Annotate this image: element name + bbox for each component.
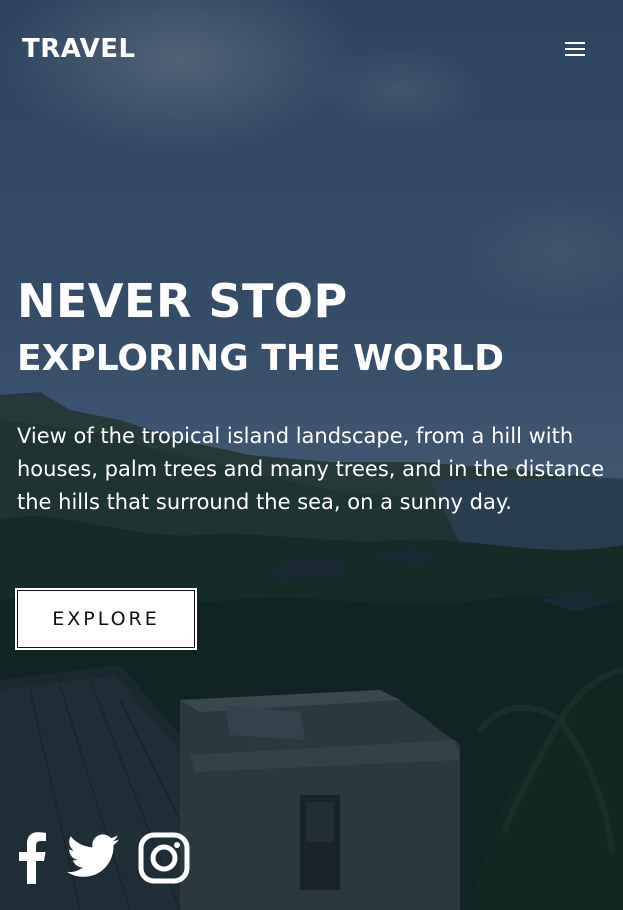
instagram-icon[interactable] xyxy=(138,832,190,888)
menu-bar xyxy=(565,48,585,50)
explore-button[interactable]: EXPLORE xyxy=(17,590,195,648)
menu-bar xyxy=(565,54,585,56)
twitter-icon[interactable] xyxy=(67,834,119,882)
site-logo[interactable]: TRAVEL xyxy=(22,34,136,64)
hero-description: View of the tropical island landscape, f… xyxy=(17,424,605,514)
site-header: TRAVEL xyxy=(22,30,585,70)
hero-title: NEVER STOP xyxy=(17,274,348,328)
hero-subtitle: EXPLORING THE WORLD xyxy=(17,338,504,379)
hamburger-menu-icon[interactable] xyxy=(565,42,585,58)
facebook-icon[interactable] xyxy=(17,832,47,888)
menu-bar xyxy=(565,42,585,44)
